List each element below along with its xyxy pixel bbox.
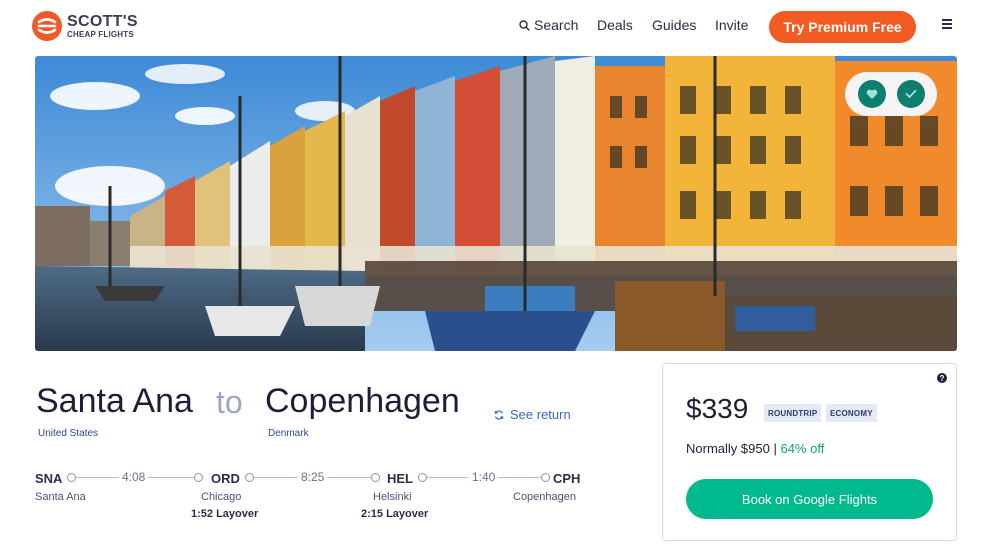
- check-icon[interactable]: [896, 80, 925, 108]
- nav-guides[interactable]: Guides: [652, 17, 696, 33]
- normal-price-line: Normally $950 | 64% off: [686, 441, 824, 456]
- price-separator: |: [773, 441, 777, 456]
- stop-dot: [418, 473, 427, 482]
- try-premium-button[interactable]: Try Premium Free: [769, 11, 916, 43]
- stop-city-layover-2: Helsinki: [373, 491, 412, 503]
- destination-country: Denmark: [268, 428, 309, 439]
- fare-card: ? $339 ROUNDTRIP ECONOMY Normally $950 |…: [662, 363, 957, 541]
- route-connector: to: [216, 384, 243, 420]
- nav-search-label: Search: [534, 17, 579, 33]
- see-return-label: See return: [510, 407, 571, 422]
- swap-icon: [494, 409, 504, 420]
- nyhavn-illustration: [35, 56, 957, 351]
- cabin-class-badge: ECONOMY: [826, 404, 877, 422]
- nav-invite[interactable]: Invite: [715, 17, 748, 33]
- book-google-flights-button[interactable]: Book on Google Flights: [686, 479, 933, 519]
- site-header: SCOTT'S CHEAP FLIGHTS Search Deals Guide…: [0, 0, 1000, 52]
- stop-city-layover-1: Chicago: [201, 491, 242, 503]
- fare-price: $339: [686, 393, 749, 424]
- stop-code-origin: SNA: [35, 471, 63, 486]
- stop-dot: [194, 473, 203, 482]
- nav-deals[interactable]: Deals: [597, 17, 633, 33]
- brand-tagline: CHEAP FLIGHTS: [67, 29, 134, 39]
- stop-code-layover-1: ORD: [211, 471, 240, 486]
- layover-2: 2:15 Layover: [361, 508, 429, 520]
- segment-duration-2: 8:25: [298, 470, 328, 484]
- brand-logo[interactable]: SCOTT'S CHEAP FLIGHTS: [32, 11, 138, 41]
- stop-city-destination: Copenhagen: [513, 491, 577, 503]
- discount-percent: 64% off: [780, 441, 825, 456]
- destination-hero-image: [35, 56, 957, 351]
- stop-dot: [371, 473, 380, 482]
- origin-country: United States: [38, 428, 99, 439]
- stop-dot: [541, 473, 550, 482]
- search-icon: [519, 19, 530, 31]
- normal-price: Normally $950: [686, 441, 770, 456]
- logo-plane-icon: [32, 11, 62, 41]
- help-icon[interactable]: ?: [937, 373, 947, 383]
- destination-city: Copenhagen: [265, 382, 460, 420]
- stop-code-layover-2: HEL: [387, 471, 413, 486]
- nav-search[interactable]: Search: [519, 17, 578, 33]
- see-return-link[interactable]: See return: [494, 407, 571, 422]
- stop-code-destination: CPH: [553, 471, 581, 486]
- stop-dot: [245, 473, 254, 482]
- segment-duration-1: 4:08: [119, 470, 149, 484]
- origin-city: Santa Ana: [36, 382, 193, 420]
- brand-name: SCOTT'S: [67, 12, 138, 30]
- heart-icon[interactable]: [857, 80, 886, 108]
- stop-dot: [67, 473, 76, 482]
- trip-type-badge: ROUNDTRIP: [764, 404, 822, 422]
- hero-actions: [845, 72, 937, 116]
- flight-itinerary: SNA 4:08 ORD 8:25 HEL 1:40 CPH Santa Ana…: [35, 468, 595, 528]
- stop-city-origin: Santa Ana: [35, 491, 86, 503]
- segment-duration-3: 1:40: [469, 470, 499, 484]
- hamburger-icon[interactable]: [942, 19, 954, 31]
- layover-1: 1:52 Layover: [191, 508, 259, 520]
